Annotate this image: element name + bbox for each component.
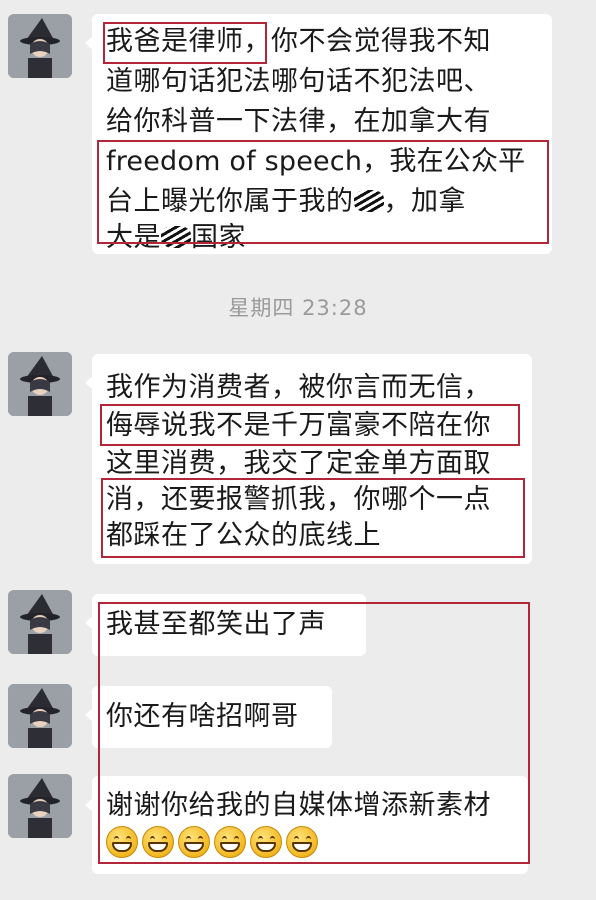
avatar[interactable] — [8, 14, 72, 78]
message-bubble[interactable]: 我爸是律师，你不会觉得我不知 道哪句话犯法哪句话不犯法吧、 给你科普一下法律，在… — [85, 14, 552, 256]
avatar[interactable] — [8, 774, 72, 838]
emoji-eye — [270, 836, 275, 843]
witch-avatar-icon — [8, 352, 72, 416]
message-text: 大是 — [106, 222, 161, 253]
message-text-line: 台上曝光你属于我的 ，加拿 — [106, 184, 466, 220]
avatar[interactable] — [8, 684, 72, 748]
message-text-line: 大是 国家 — [106, 220, 246, 256]
redaction-scribble — [161, 224, 191, 250]
grinning-face-emoji — [142, 826, 174, 858]
witch-avatar-icon — [8, 774, 72, 838]
avatar[interactable] — [8, 590, 72, 654]
message-text: 你还有啥招啊哥 — [106, 701, 299, 732]
message-text: 国家 — [191, 222, 246, 253]
emoji-row — [106, 826, 318, 858]
witch-avatar-icon — [8, 590, 72, 654]
grinning-face-emoji — [286, 826, 318, 858]
grinning-face-emoji — [250, 826, 282, 858]
message-bubble[interactable]: 你还有啥招啊哥 — [85, 686, 332, 748]
message-text: 给你科普一下法律，在加拿大有 — [106, 106, 491, 137]
message-text: 谢谢你给我的自媒体增添新素材 — [106, 790, 491, 821]
witch-avatar-icon — [8, 14, 72, 78]
message-text: freedom of speech，我在公众平 — [106, 146, 526, 177]
message-bubble[interactable]: 谢谢你给我的自媒体增添新素材 — [85, 776, 528, 874]
message-text: 我爸是律师，你不会觉得我不知 — [106, 26, 491, 57]
message-text: 这里消费，我交了定金单方面取 — [106, 448, 491, 479]
grinning-face-emoji — [178, 826, 210, 858]
emoji-eye — [126, 836, 131, 843]
message-text: 台上曝光你属于我的 — [106, 186, 354, 217]
witch-avatar-icon — [8, 684, 72, 748]
message-bubble[interactable]: 我作为消费者，被你言而无信， 侮辱说我不是千万富豪不陪在你 这里消费，我交了定金… — [85, 354, 532, 564]
message-bubble[interactable]: 我甚至都笑出了声 — [85, 594, 366, 656]
avatar[interactable] — [8, 352, 72, 416]
message-text: 道哪句话犯法哪句话不犯法吧、 — [106, 66, 491, 97]
grinning-face-emoji — [214, 826, 246, 858]
emoji-eye — [198, 836, 203, 843]
timestamp: 星期四 23:28 — [228, 296, 368, 320]
message-text: 我作为消费者，被你言而无信， — [106, 372, 491, 403]
grinning-face-emoji — [106, 826, 138, 858]
message-text: 我甚至都笑出了声 — [106, 609, 326, 640]
message-text: 都踩在了公众的底线上 — [106, 520, 381, 551]
message-text: 消，还要报警抓我，你哪个一点 — [106, 484, 491, 515]
emoji-eye — [234, 836, 239, 843]
emoji-eye — [306, 836, 311, 843]
emoji-eye — [162, 836, 167, 843]
message-text: ，加拿 — [383, 186, 466, 217]
message-text: 侮辱说我不是千万富豪不陪在你 — [106, 410, 491, 441]
redaction-scribble — [353, 188, 384, 214]
